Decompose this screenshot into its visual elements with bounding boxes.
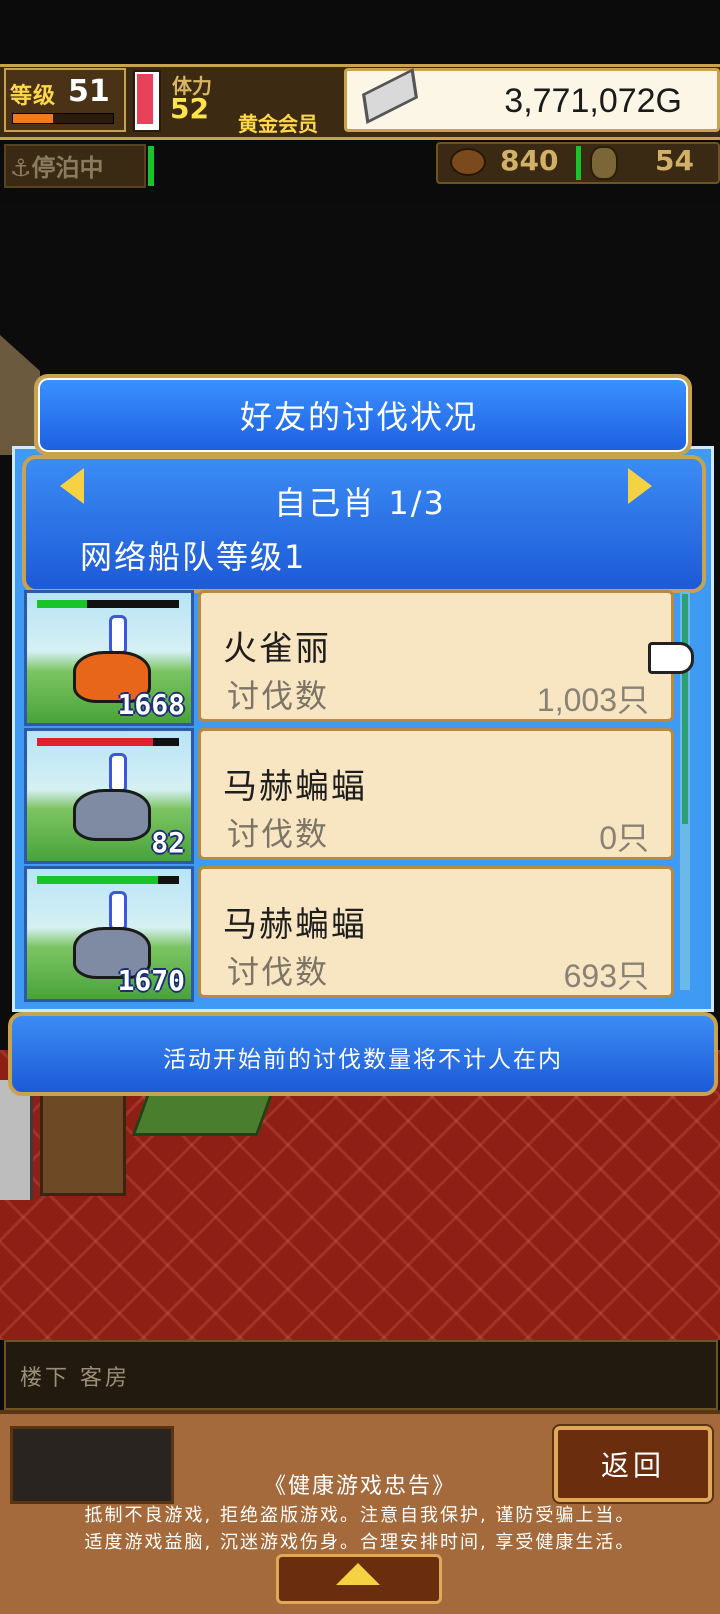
monster-thumb-number: 82 [151,826,185,859]
level-label: 等级 [10,84,57,109]
scene-furniture-statue [0,1080,33,1200]
list-item[interactable]: 马赫蝙蝠 讨伐数 693只 [198,866,674,998]
wood-amount: 54 [655,144,694,177]
list-item[interactable]: 马赫蝙蝠 讨伐数 0只 [198,728,674,860]
health-advisory-line: 抵制不良游戏, 拒绝盗版游戏。注意自我保护, 谨防受骗上当。 [84,1505,636,1526]
pointing-hand-icon [648,642,694,674]
list-scrollbar-thumb[interactable] [682,594,688,824]
monster-hp-bar-fill [37,600,87,608]
monster-hp-bar [37,738,179,746]
list-item[interactable]: 火雀丽 讨伐数 1,003只 [198,590,674,722]
dock-status-label: 停泊中 [31,154,104,182]
dock-status-indicator [148,146,154,186]
monster-hp-bar [37,876,179,884]
monster-thumbnail: 1668 [24,590,194,726]
gold-amount: 3,771,072G [504,82,682,120]
bat-icon [73,789,151,841]
monster-thumb-number: 1670 [117,964,185,997]
food-amount: 840 [500,144,559,177]
kill-count-label: 讨伐数 [227,953,330,991]
kill-count-value: 1,003只 [536,682,649,718]
monster-hp-bar [37,600,179,608]
level-exp-bar-fill [13,114,53,123]
kill-count-label: 讨伐数 [227,815,330,853]
health-advisory-line: 适度游戏益脑, 沉迷游戏伤身。合理安排时间, 享受健康生活。 [84,1532,636,1553]
up-arrow-icon[interactable] [336,1563,380,1585]
monster-hp-bar-fill [37,738,154,746]
resource-divider [576,146,581,180]
monster-hp-bar-fill [37,876,158,884]
dock-status-text: ⚓停泊中 [10,148,104,183]
monster-thumbnail: 1670 [24,866,194,1002]
monster-name: 马赫蝙蝠 [223,905,367,945]
membership-badge: 黄金会员 [238,112,318,136]
scene-furniture-cabinet [40,1080,126,1196]
kill-count-value: 693只 [563,958,649,994]
monster-thumbnail: 82 [24,728,194,864]
level-value: 51 [68,74,110,109]
notice-text: 活动开始前的讨伐数量将不计人在内 [163,1047,563,1073]
monster-thumb-number: 1668 [117,688,185,721]
monster-name: 马赫蝙蝠 [223,767,367,807]
wood-icon [590,146,618,180]
stamina-gauge-fill [137,74,153,124]
food-icon [450,148,486,176]
next-page-arrow-icon[interactable] [628,468,652,504]
dialog-title: 好友的讨伐状况 [239,398,478,436]
fleet-level-label: 网络船队等级1 [80,538,307,576]
prev-page-arrow-icon[interactable] [60,468,84,504]
page-indicator: 自己肖 1/3 [274,484,446,522]
exclamation-icon [109,615,127,655]
exclamation-icon [109,753,127,793]
health-advisory-title: 《健康游戏忠告》 [263,1474,456,1499]
kill-count-label: 讨伐数 [227,677,330,715]
stamina-value: 52 [170,92,209,125]
monster-name: 火雀丽 [223,629,331,669]
anchor-icon: ⚓ [10,154,32,182]
scene-furniture-plant [131,1090,275,1136]
kill-count-value: 0只 [599,820,649,856]
location-text: 楼下 客房 [20,1366,130,1391]
exclamation-icon [109,891,127,931]
